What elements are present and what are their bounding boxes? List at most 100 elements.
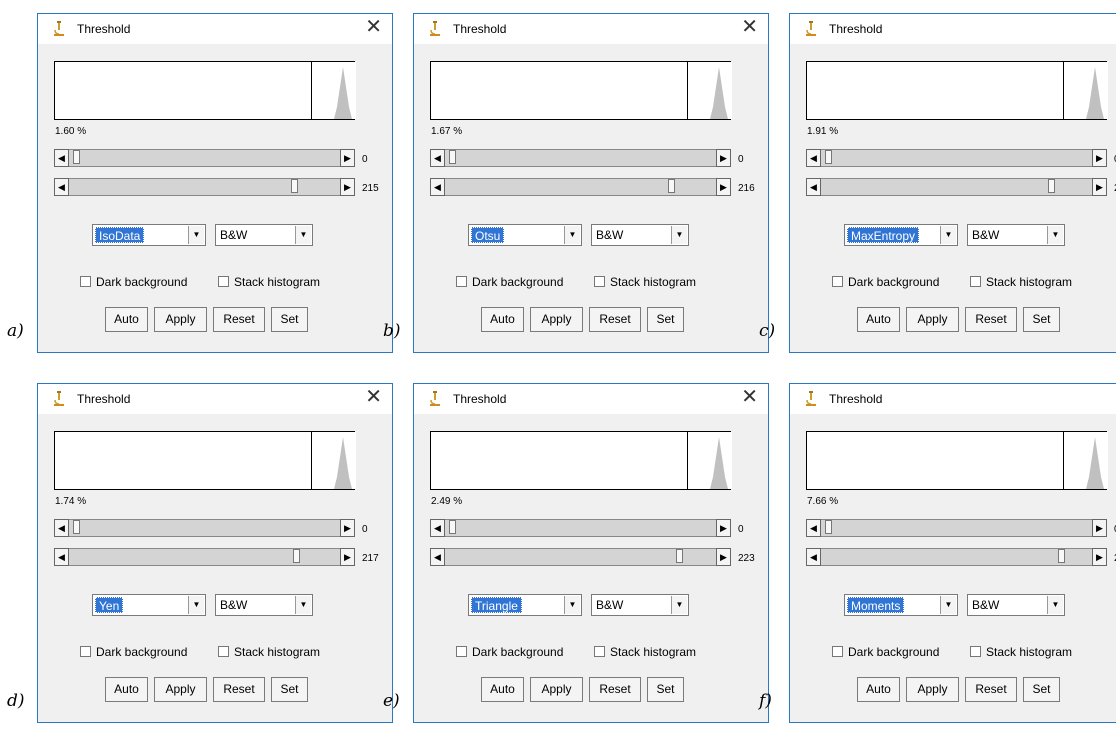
slider-right-arrow[interactable]: ▶ (716, 519, 731, 537)
slider-thumb[interactable] (290, 179, 298, 193)
slider-thumb[interactable] (73, 150, 80, 164)
chevron-down-icon[interactable]: ▼ (295, 596, 311, 614)
chevron-down-icon[interactable]: ▼ (940, 226, 956, 244)
close-icon[interactable]: ✕ (365, 16, 382, 38)
max-threshold-slider[interactable]: ◀ ▶ (54, 178, 355, 196)
max-threshold-slider[interactable]: ◀ ▶ (54, 548, 355, 566)
slider-right-arrow[interactable]: ▶ (1092, 178, 1107, 196)
chevron-down-icon[interactable]: ▼ (671, 226, 687, 244)
min-threshold-slider[interactable]: ◀ ▶ (806, 519, 1107, 537)
slider-left-arrow[interactable]: ◀ (806, 548, 821, 566)
set-button[interactable]: Set (271, 307, 308, 332)
apply-button[interactable]: Apply (906, 307, 959, 332)
chevron-down-icon[interactable]: ▼ (671, 596, 687, 614)
auto-button[interactable]: Auto (857, 677, 900, 702)
checkbox-box[interactable] (594, 276, 605, 287)
min-threshold-slider[interactable]: ◀ ▶ (430, 519, 731, 537)
checkbox-box[interactable] (456, 646, 467, 657)
display-select[interactable]: B&W ▼ (967, 224, 1065, 246)
chevron-down-icon[interactable]: ▼ (188, 226, 204, 244)
slider-left-arrow[interactable]: ◀ (54, 519, 69, 537)
auto-button[interactable]: Auto (105, 307, 148, 332)
slider-right-arrow[interactable]: ▶ (340, 548, 355, 566)
method-select[interactable]: Otsu ▼ (468, 224, 582, 246)
apply-button[interactable]: Apply (154, 307, 207, 332)
checkbox-box[interactable] (594, 646, 605, 657)
slider-thumb[interactable] (676, 549, 683, 563)
slider-left-arrow[interactable]: ◀ (430, 548, 445, 566)
slider-thumb[interactable] (1058, 549, 1066, 563)
method-select[interactable]: Yen ▼ (92, 594, 206, 616)
checkbox-box[interactable] (970, 646, 981, 657)
auto-button[interactable]: Auto (481, 307, 524, 332)
display-select[interactable]: B&W ▼ (215, 224, 313, 246)
set-button[interactable]: Set (647, 677, 684, 702)
slider-right-arrow[interactable]: ▶ (340, 149, 355, 167)
slider-right-arrow[interactable]: ▶ (340, 519, 355, 537)
reset-button[interactable]: Reset (213, 677, 265, 702)
display-select[interactable]: B&W ▼ (215, 594, 313, 616)
chevron-down-icon[interactable]: ▼ (564, 226, 580, 244)
slider-thumb[interactable] (825, 520, 832, 534)
chevron-down-icon[interactable]: ▼ (564, 596, 580, 614)
reset-button[interactable]: Reset (965, 307, 1017, 332)
slider-right-arrow[interactable]: ▶ (1092, 519, 1107, 537)
slider-left-arrow[interactable]: ◀ (430, 149, 445, 167)
apply-button[interactable]: Apply (906, 677, 959, 702)
checkbox-box[interactable] (832, 276, 843, 287)
max-threshold-slider[interactable]: ◀ ▶ (806, 178, 1107, 196)
slider-left-arrow[interactable]: ◀ (54, 548, 69, 566)
chevron-down-icon[interactable]: ▼ (1047, 226, 1063, 244)
min-threshold-slider[interactable]: ◀ ▶ (806, 149, 1107, 167)
slider-right-arrow[interactable]: ▶ (716, 149, 731, 167)
checkbox-box[interactable] (218, 276, 229, 287)
max-threshold-slider[interactable]: ◀ ▶ (430, 548, 731, 566)
slider-thumb[interactable] (1047, 179, 1055, 193)
slider-right-arrow[interactable]: ▶ (1092, 149, 1107, 167)
slider-thumb[interactable] (293, 549, 301, 563)
auto-button[interactable]: Auto (857, 307, 900, 332)
close-icon[interactable]: ✕ (741, 16, 758, 38)
close-icon[interactable]: ✕ (365, 386, 382, 408)
close-icon[interactable]: ✕ (741, 386, 758, 408)
method-select[interactable]: Moments ▼ (844, 594, 958, 616)
slider-thumb[interactable] (825, 150, 832, 164)
display-select[interactable]: B&W ▼ (591, 594, 689, 616)
checkbox-box[interactable] (456, 276, 467, 287)
apply-button[interactable]: Apply (154, 677, 207, 702)
slider-right-arrow[interactable]: ▶ (716, 178, 731, 196)
display-select[interactable]: B&W ▼ (967, 594, 1065, 616)
set-button[interactable]: Set (647, 307, 684, 332)
max-threshold-slider[interactable]: ◀ ▶ (430, 178, 731, 196)
slider-thumb[interactable] (73, 520, 80, 534)
title-bar[interactable]: Threshold ✕ (414, 14, 768, 44)
slider-thumb[interactable] (668, 179, 676, 193)
chevron-down-icon[interactable]: ▼ (295, 226, 311, 244)
reset-button[interactable]: Reset (213, 307, 265, 332)
display-select[interactable]: B&W ▼ (591, 224, 689, 246)
chevron-down-icon[interactable]: ▼ (188, 596, 204, 614)
method-select[interactable]: IsoData ▼ (92, 224, 206, 246)
slider-right-arrow[interactable]: ▶ (1092, 548, 1107, 566)
slider-right-arrow[interactable]: ▶ (340, 178, 355, 196)
title-bar[interactable]: Threshold ✕ (790, 384, 1116, 414)
slider-left-arrow[interactable]: ◀ (806, 149, 821, 167)
apply-button[interactable]: Apply (530, 307, 583, 332)
set-button[interactable]: Set (271, 677, 308, 702)
method-select[interactable]: Triangle ▼ (468, 594, 582, 616)
slider-left-arrow[interactable]: ◀ (54, 149, 69, 167)
reset-button[interactable]: Reset (589, 677, 641, 702)
max-threshold-slider[interactable]: ◀ ▶ (806, 548, 1107, 566)
auto-button[interactable]: Auto (481, 677, 524, 702)
min-threshold-slider[interactable]: ◀ ▶ (54, 519, 355, 537)
slider-left-arrow[interactable]: ◀ (806, 178, 821, 196)
method-select[interactable]: MaxEntropy ▼ (844, 224, 958, 246)
min-threshold-slider[interactable]: ◀ ▶ (430, 149, 731, 167)
title-bar[interactable]: Threshold ✕ (38, 384, 392, 414)
auto-button[interactable]: Auto (105, 677, 148, 702)
apply-button[interactable]: Apply (530, 677, 583, 702)
checkbox-box[interactable] (80, 276, 91, 287)
chevron-down-icon[interactable]: ▼ (940, 596, 956, 614)
set-button[interactable]: Set (1023, 307, 1060, 332)
title-bar[interactable]: Threshold ✕ (790, 14, 1116, 44)
